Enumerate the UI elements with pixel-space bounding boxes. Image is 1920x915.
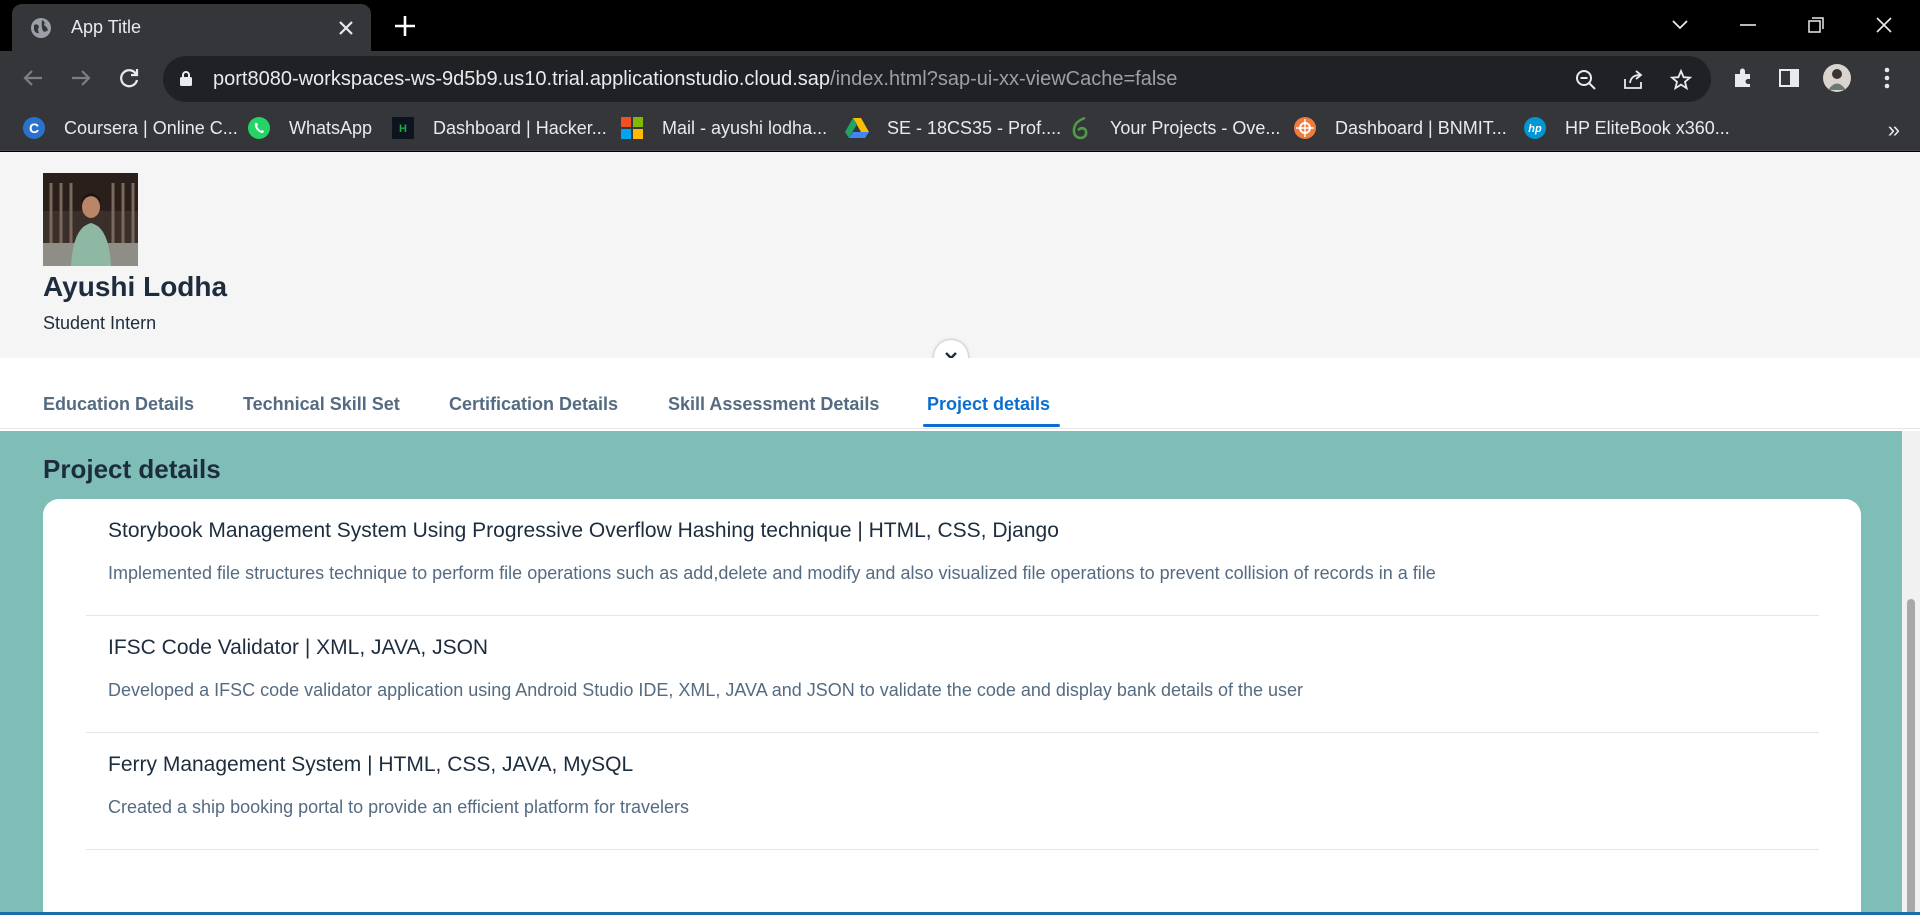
hp-icon: hp xyxy=(1523,116,1547,140)
globe-icon xyxy=(30,17,52,39)
whatsapp-icon xyxy=(247,116,271,140)
bookmark-item[interactable]: H Dashboard | Hacker... xyxy=(391,113,607,143)
svg-text:hp: hp xyxy=(1528,123,1542,135)
section-title: Project details xyxy=(43,454,221,484)
tab-technical-skill-set[interactable]: Technical Skill Set xyxy=(243,394,400,415)
bookmark-label: Dashboard | Hacker... xyxy=(433,117,607,138)
bookmark-item[interactable]: WhatsApp xyxy=(247,113,372,143)
url-text: port8080-workspaces-ws-9d5b9.us10.trial.… xyxy=(213,68,1177,91)
project-description: Developed a IFSC code validator applicat… xyxy=(108,680,1304,700)
bnmit-icon xyxy=(1293,116,1317,140)
bookmark-label: HP EliteBook x360... xyxy=(1565,117,1730,138)
bookmarks-bar: C Coursera | Online C... WhatsApp H Dash… xyxy=(0,105,1920,151)
active-tab-indicator xyxy=(923,424,1060,427)
back-icon[interactable] xyxy=(18,63,48,93)
profile-avatar-icon[interactable] xyxy=(1822,63,1852,93)
tab-certification-details[interactable]: Certification Details xyxy=(449,394,618,415)
list-item[interactable]: Ferry Management System | HTML, CSS, JAV… xyxy=(86,733,1819,850)
project-description: Created a ship booking portal to provide… xyxy=(108,797,689,817)
bookmark-star-icon[interactable] xyxy=(1668,67,1694,93)
hackerrank-icon: H xyxy=(391,116,415,140)
tab-project-details[interactable]: Project details xyxy=(927,394,1050,415)
url-host: port8080-workspaces-ws-9d5b9.us10.trial.… xyxy=(213,68,831,90)
zoom-out-icon[interactable] xyxy=(1573,67,1599,93)
scrollbar-thumb[interactable] xyxy=(1907,599,1915,915)
browser-tabstrip: App Title xyxy=(0,0,1920,51)
microsoft-icon xyxy=(620,116,644,140)
list-item[interactable]: IFSC Code Validator | XML, JAVA, JSON De… xyxy=(86,616,1819,733)
tab-education-details[interactable]: Education Details xyxy=(43,394,194,415)
bookmark-item[interactable]: C Coursera | Online C... xyxy=(22,113,238,143)
chevron-down-icon[interactable] xyxy=(1665,10,1695,40)
project-title: Ferry Management System | HTML, CSS, JAV… xyxy=(108,753,634,776)
google-drive-icon xyxy=(845,116,869,140)
project-title: IFSC Code Validator | XML, JAVA, JSON xyxy=(108,636,489,659)
browser-toolbar: port8080-workspaces-ws-9d5b9.us10.trial.… xyxy=(0,51,1920,105)
profile-name: Ayushi Lodha xyxy=(43,271,228,302)
restore-icon[interactable] xyxy=(1801,10,1831,40)
project-details-section: Project details Storybook Management Sys… xyxy=(0,431,1902,915)
profile-photo xyxy=(43,173,138,266)
extensions-icon[interactable] xyxy=(1728,63,1758,93)
reload-icon[interactable] xyxy=(114,63,144,93)
menu-kebab-icon[interactable] xyxy=(1872,63,1902,93)
coursera-icon: C xyxy=(22,116,46,140)
lock-icon[interactable] xyxy=(179,70,193,92)
bookmark-label: Mail - ayushi lodha... xyxy=(662,117,828,138)
url-path: /index.html?sap-ui-xx-viewCache=false xyxy=(830,68,1178,90)
page: Ayushi Lodha Student Intern Education De… xyxy=(0,152,1920,915)
forward-icon[interactable] xyxy=(66,63,96,93)
overleaf-icon xyxy=(1068,116,1092,140)
bookmark-label: WhatsApp xyxy=(289,117,373,138)
svg-text:C: C xyxy=(29,120,39,136)
bookmark-label: Dashboard | BNMIT... xyxy=(1335,117,1507,138)
close-tab-icon[interactable] xyxy=(335,17,357,39)
project-list-card: Storybook Management System Using Progre… xyxy=(43,499,1861,915)
list-item[interactable]: Storybook Management System Using Progre… xyxy=(86,499,1819,616)
project-title: Storybook Management System Using Progre… xyxy=(108,519,1059,542)
project-description: Implemented file structures technique to… xyxy=(108,563,1436,583)
bookmark-item[interactable]: Dashboard | BNMIT... xyxy=(1293,113,1507,143)
profile-role: Student Intern xyxy=(43,313,157,333)
bookmark-item[interactable]: hp HP EliteBook x360... xyxy=(1523,113,1730,143)
address-bar[interactable]: port8080-workspaces-ws-9d5b9.us10.trial.… xyxy=(163,56,1711,102)
bookmark-item[interactable]: Your Projects - Ove... xyxy=(1068,113,1280,143)
page-scrollbar[interactable] xyxy=(1902,431,1920,915)
browser-tab[interactable]: App Title xyxy=(12,4,371,51)
close-window-icon[interactable] xyxy=(1869,10,1899,40)
minimize-icon[interactable] xyxy=(1733,10,1763,40)
bookmark-label: Your Projects - Ove... xyxy=(1110,117,1281,138)
bookmark-item[interactable]: Mail - ayushi lodha... xyxy=(620,113,827,143)
tab-skill-assessment-details[interactable]: Skill Assessment Details xyxy=(668,394,879,415)
profile-header: Ayushi Lodha Student Intern xyxy=(0,152,1920,374)
new-tab-icon[interactable] xyxy=(392,13,418,39)
tab-title: App Title xyxy=(71,17,142,37)
more-bookmarks-icon[interactable]: » xyxy=(1888,117,1900,143)
bookmark-label: SE - 18CS35 - Prof.... xyxy=(887,117,1062,138)
share-icon[interactable] xyxy=(1620,67,1646,93)
side-panel-icon[interactable] xyxy=(1774,63,1804,93)
section-tabs: Education Details Technical Skill Set Ce… xyxy=(0,358,1920,429)
svg-text:H: H xyxy=(399,123,407,135)
bookmark-item[interactable]: SE - 18CS35 - Prof.... xyxy=(845,113,1061,143)
bookmark-label: Coursera | Online C... xyxy=(64,117,238,138)
